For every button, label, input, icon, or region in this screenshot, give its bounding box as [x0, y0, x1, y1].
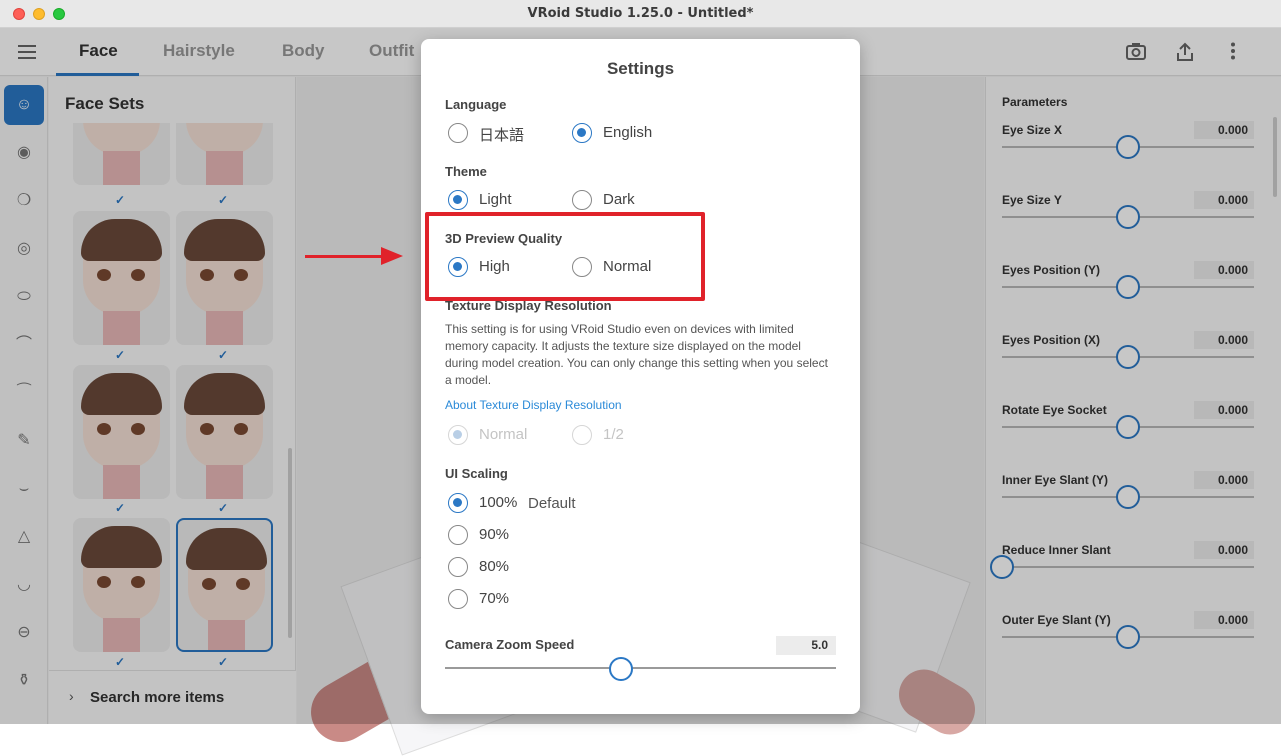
theme-label: Theme	[445, 164, 487, 179]
camera-zoom-slider-handle[interactable]	[608, 657, 633, 681]
ui-scaling-label: UI Scaling	[445, 466, 508, 481]
annotation-arrow-head	[381, 247, 403, 265]
annotation-arrow-line	[305, 255, 383, 258]
settings-dialog: Settings Language 日本語 English Theme Ligh…	[421, 39, 860, 714]
texture-resolution-link[interactable]: About Texture Display Resolution	[445, 398, 622, 412]
camera-zoom-label: Camera Zoom Speed	[445, 637, 575, 652]
texture-resolution-description: This setting is for using VRoid Studio e…	[445, 322, 828, 387]
language-label: Language	[445, 97, 507, 112]
default-tag: Default	[528, 495, 576, 512]
camera-zoom-value[interactable]: 5.0	[776, 636, 836, 655]
settings-title: Settings	[606, 59, 675, 78]
camera-zoom-track[interactable]	[445, 667, 836, 669]
title-bar: VRoid Studio 1.25.0 - Untitled*	[0, 0, 1281, 28]
annotation-highlight-box	[425, 212, 705, 301]
window-title: VRoid Studio 1.25.0 - Untitled*	[527, 6, 754, 21]
